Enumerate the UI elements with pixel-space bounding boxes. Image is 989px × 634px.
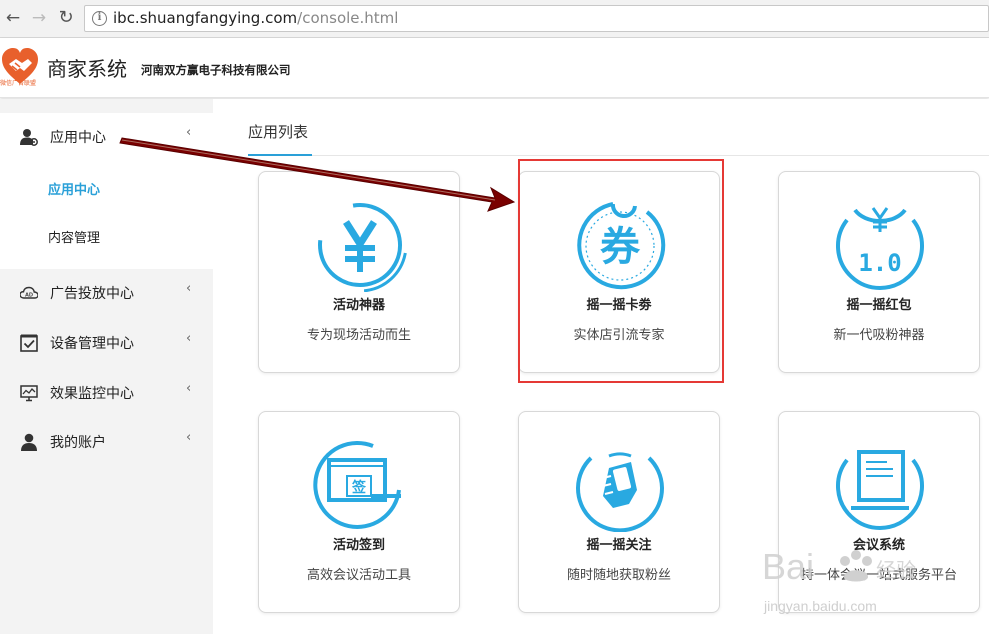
tab-app-list[interactable]: 应用列表: [248, 121, 308, 142]
chevron-left-icon: ‹: [186, 281, 192, 296]
app-header: 商家系统 河南双方赢电子科技有限公司: [0, 38, 989, 98]
app-card-activity-tool[interactable]: 活动神器 专为现场活动而生: [258, 171, 460, 373]
card-description: 专为现场活动而生: [306, 328, 411, 343]
shaking-hand-phone-icon: [576, 452, 664, 532]
app-card-event-sign-in[interactable]: 签 活动签到 高效会议活动工具: [258, 411, 460, 613]
url-path: /console.html: [297, 9, 399, 27]
sign-in-board-icon: 签: [313, 440, 401, 529]
chevron-left-icon: ‹: [186, 331, 192, 346]
chevron-left-icon: ‹: [186, 125, 192, 140]
sign-in-glyph: 签: [351, 479, 367, 496]
person-icon: [21, 433, 37, 451]
sidebar-item-device-management[interactable]: 设备管理中心 ‹: [0, 319, 213, 367]
red-packet-icon: 1.0: [836, 207, 924, 290]
sidebar-item-label: 应用中心: [50, 130, 106, 146]
chevron-left-icon: ‹: [186, 430, 192, 445]
card-title: 摇一摇红包: [846, 298, 912, 313]
sidebar-subitem-app-center[interactable]: 应用中心: [48, 179, 100, 198]
app-card-shake-follow[interactable]: 摇一摇关注 随时随地获取粉丝: [518, 411, 720, 613]
highlight-box: [518, 159, 724, 383]
company-name: 河南双方赢电子科技有限公司: [141, 63, 291, 77]
app-title: 商家系统: [47, 57, 127, 81]
card-title: 活动签到: [332, 538, 385, 553]
sidebar-item-my-account[interactable]: 我的账户 ‹: [0, 418, 213, 466]
sidebar-item-label: 我的账户: [50, 435, 106, 451]
url-host: ibc.shuangfangying.com: [113, 9, 298, 27]
sidebar-item-label: 效果监控中心: [50, 386, 134, 402]
address-bar[interactable]: i ibc.shuangfangying.com/console.html: [84, 5, 989, 32]
sidebar-item-label: 设备管理中心: [50, 336, 134, 352]
chevron-left-icon: ‹: [186, 381, 192, 396]
info-icon[interactable]: i: [92, 11, 107, 26]
sidebar-item-label: 广告投放中心: [50, 286, 134, 302]
sidebar-item-effect-monitoring[interactable]: 效果监控中心 ‹: [0, 369, 213, 417]
yen-circle-icon: [313, 198, 407, 292]
presentation-screen-icon: [836, 450, 924, 530]
card-title: 活动神器: [332, 298, 385, 313]
tab-divider: [248, 155, 989, 156]
sidebar: 应用中心 ‹ 应用中心 内容管理 AD 广告投放中心 ‹ 设备管理中心 ‹ 效果…: [0, 99, 213, 634]
logo-caption: 微信广告联盟: [0, 80, 37, 87]
tab-active-indicator: [248, 154, 312, 156]
monitor-icon: [20, 385, 38, 402]
checkbox-icon: [20, 334, 38, 352]
card-description: 新一代吸粉神器: [833, 328, 925, 343]
watermark-brand: Bai: [762, 546, 814, 587]
ad-cloud-icon: AD: [20, 286, 38, 299]
watermark-domain: jingyan.baidu.com: [763, 598, 877, 614]
card-description: 随时随地获取粉丝: [566, 568, 671, 583]
baidu-watermark: Bai 经验 jingyan.baidu.com: [760, 535, 960, 625]
app-card-shake-red-packet[interactable]: 1.0 摇一摇红包 新一代吸粉神器: [778, 171, 980, 373]
sidebar-item-ad-center[interactable]: AD 广告投放中心 ‹: [0, 269, 213, 317]
forward-arrow-icon[interactable]: →: [30, 9, 48, 27]
baidu-paw-icon: Bai 经验 jingyan.baidu.com: [762, 546, 916, 614]
red-packet-version-text: 1.0: [858, 249, 901, 277]
card-title: 摇一摇关注: [586, 538, 652, 553]
user-settings-icon: [20, 129, 38, 146]
watermark-brand-suffix: 经验: [876, 558, 916, 582]
back-arrow-icon[interactable]: ←: [4, 9, 22, 27]
card-description: 高效会议活动工具: [306, 568, 411, 583]
sidebar-subitem-content-management[interactable]: 内容管理: [48, 227, 100, 246]
browser-toolbar: ← → ↻ i ibc.shuangfangying.com/console.h…: [0, 0, 989, 38]
svg-text:AD: AD: [25, 293, 33, 299]
reload-icon[interactable]: ↻: [57, 9, 75, 27]
sidebar-item-app-center[interactable]: 应用中心 ‹: [0, 113, 213, 161]
